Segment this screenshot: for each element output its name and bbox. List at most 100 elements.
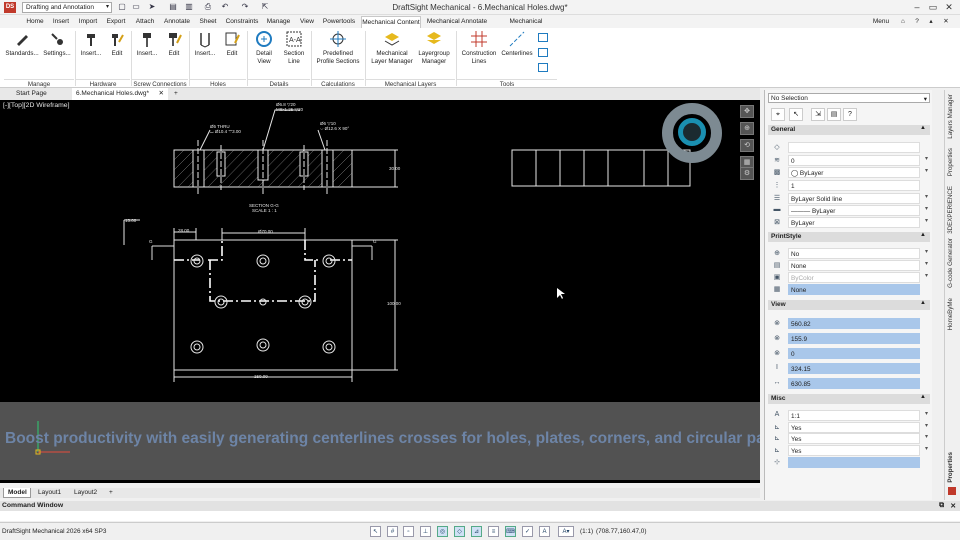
annotation-icon[interactable]: A [539,526,550,537]
tab-mechanical-annotate[interactable]: Mechanical Annotate [426,16,488,28]
view-cube-icon[interactable] [678,118,706,146]
home-icon[interactable]: ⌂ [898,16,908,28]
holes-insert-button[interactable]: Insert... [192,30,218,58]
tab-annotate[interactable]: Annotate [162,16,192,28]
prop-print-2[interactable]: ▤ None ▾ [768,260,930,271]
prop-view-center-x[interactable]: ⊗ 560.82 [768,318,930,329]
holes-edit-button[interactable]: Edit [220,30,244,58]
prop-color[interactable]: ◇ [768,142,930,153]
tool-pattern-icon[interactable] [538,63,548,72]
select-objects-icon[interactable]: ↖ [789,108,803,121]
annotation-scale-icon[interactable]: A▾ [558,526,574,537]
detail-view-button[interactable]: Detail View [250,30,278,66]
prop-ucs-on[interactable]: ⊾ Yes ▾ [768,422,930,433]
tool-rectangle-icon[interactable] [538,33,548,42]
dynamic-input-icon[interactable]: ⌨ [505,526,516,537]
prop-print-3[interactable]: ▣ ByColor ▾ [768,272,930,283]
minimize-icon[interactable]: – [910,1,924,14]
tab-sheet[interactable]: Sheet [198,16,218,28]
section-general[interactable]: General ▲ [768,125,930,135]
prop-ucs-origin[interactable]: ⊾ Yes ▾ [768,433,930,444]
hardware-insert-button[interactable]: Insert... [78,30,104,58]
tab-insert[interactable]: Insert [51,16,71,28]
zoom-icon[interactable]: ⊕ [740,122,754,135]
section-view[interactable]: View ▲ [768,300,930,310]
prop-print-1[interactable]: ⊕ No ▾ [768,248,930,259]
add-layout-icon[interactable]: + [105,488,117,498]
side-tab-layers-manager[interactable]: Layers Manager [947,94,954,139]
tab-mechanical-extensions[interactable]: Mechanical Extensions [493,16,559,37]
selection-dropdown[interactable]: No Selection ▾ [768,93,930,103]
prop-ucs-name[interactable]: ⊹ [768,457,930,468]
menu-button[interactable]: Menu [868,16,894,28]
predefined-profile-sections-button[interactable]: Predefined Profile Sections [314,30,362,66]
help-icon[interactable]: ? [912,16,922,28]
side-tab-gcode-generator[interactable]: G-code Generator [947,238,954,288]
standards-button[interactable]: Standards... [4,30,40,58]
nav-settings-icon[interactable]: ⚙ [740,167,754,180]
tab-model[interactable]: Model [3,488,31,498]
section-line-button[interactable]: A-A Section Line [280,30,308,66]
quick-input-icon[interactable]: ✓ [522,526,533,537]
prop-print-4[interactable]: ▦ None [768,284,930,295]
lineweight-icon[interactable]: ≡ [488,526,499,537]
prop-view-center-z[interactable]: ⊗ 0 [768,348,930,359]
drawing-canvas[interactable]: [-][Top][2D Wireframe] Ø6.8 ▽20 M8x1.25 … [0,100,760,483]
prop-transparency[interactable]: ⊠ ByLayer ▾ [768,217,930,228]
collapse-icon[interactable]: ▴ [926,16,936,28]
side-tab-properties-active[interactable]: Properties [947,452,954,483]
prop-lineweight[interactable]: ☰ ByLayer Solid line ▾ [768,193,930,204]
tab-constraints[interactable]: Constraints [224,16,260,28]
ortho-icon[interactable]: ⊥ [420,526,431,537]
hardware-edit-button[interactable]: Edit [106,30,128,58]
snap-icon[interactable]: ▫ [403,526,414,537]
screw-edit-button[interactable]: Edit [162,30,186,58]
construction-lines-button[interactable]: Construction Lines [459,30,499,66]
prop-view-height[interactable]: I 324.15 [768,363,930,374]
prop-annotation-scale[interactable]: A 1:1 ▾ [768,410,930,421]
tab-mechanical-content[interactable]: Mechanical Content [361,16,421,28]
help-icon[interactable]: ? [843,108,857,121]
tab-start-page[interactable]: Start Page [12,88,64,100]
prop-layer[interactable]: ≋ 0 ▾ [768,155,930,166]
layergroup-manager-button[interactable]: Layergroup Manager [416,30,452,66]
prop-view-width[interactable]: ↔ 630.85 [768,378,930,389]
tab-view[interactable]: View [297,16,317,28]
side-tab-3dexperience[interactable]: 3DEXPERIENCE [947,186,954,234]
close-ribbon-icon[interactable]: ✕ [941,16,951,28]
settings-button[interactable]: Settings... [42,30,72,58]
tab-home[interactable]: Home [24,16,46,28]
tab-import[interactable]: Import [77,16,99,28]
centerlines-button[interactable]: Centerlines [500,30,534,58]
close-icon[interactable]: ✕ [942,1,956,14]
new-tab-icon[interactable]: + [170,88,182,100]
filter-icon[interactable]: ▤ [827,108,841,121]
tab-layout2[interactable]: Layout2 [70,488,100,498]
pan-icon[interactable]: ✥ [740,105,754,118]
side-tab-homebyme[interactable]: HomeByMe [947,298,954,330]
orbit-icon[interactable]: ⟲ [740,139,754,152]
tab-powertools[interactable]: Powertools [322,16,356,28]
close-command-icon[interactable]: ✕ [950,502,956,510]
maximize-icon[interactable]: ▭ [926,1,940,14]
cursor-mode-icon[interactable]: ↖ [370,526,381,537]
scale-readout[interactable]: (1:1) [580,528,593,535]
command-input[interactable] [0,511,960,521]
tab-attach[interactable]: Attach [133,16,157,28]
screw-insert-button[interactable]: Insert... [134,30,160,58]
quick-select-icon[interactable]: ⇲ [811,108,825,121]
tab-export[interactable]: Export [105,16,127,28]
pin-icon[interactable]: ⧉ [939,502,944,510]
etrack-icon[interactable]: ⊿ [471,526,482,537]
side-tab-properties[interactable]: Properties [947,148,954,176]
grid-icon[interactable]: # [387,526,398,537]
section-misc[interactable]: Misc ▲ [768,394,930,404]
prop-linestyle[interactable]: ▩ ◯ ByLayer ▾ [768,167,930,178]
tab-drawing[interactable]: 6.Mechanical Holes.dwg* ✕ [72,88,168,100]
toggle-pickadd-icon[interactable]: ⌖ [771,108,785,121]
prop-weight[interactable]: ▬ ——— ByLayer ▾ [768,205,930,216]
tab-layout1[interactable]: Layout1 [34,488,64,498]
prop-ucs-per-viewport[interactable]: ⊾ Yes ▾ [768,445,930,456]
prop-scale[interactable]: ⋮ 1 [768,180,930,191]
tool-frame-icon[interactable] [538,48,548,57]
